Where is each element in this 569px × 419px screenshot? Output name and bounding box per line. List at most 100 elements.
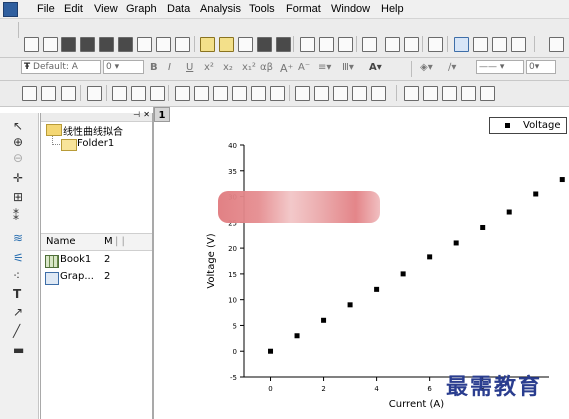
shrink-font-button[interactable]: A⁻ — [298, 62, 310, 73]
add-app-icon[interactable] — [511, 37, 526, 52]
add-scale-icon[interactable] — [333, 86, 348, 101]
menu-analysis[interactable]: Analysis — [200, 3, 241, 15]
underline-button[interactable]: U — [186, 62, 193, 73]
print-icon[interactable] — [362, 37, 377, 52]
menu-window[interactable]: Window — [331, 3, 370, 15]
line-tool-icon[interactable]: ╱ — [13, 324, 20, 338]
axis-all-icon[interactable] — [270, 86, 285, 101]
zoom-out-icon[interactable]: ⊖ — [13, 151, 23, 165]
font-size-dropdown[interactable]: 0 ▾ — [103, 60, 144, 74]
menu-edit[interactable]: Edit — [64, 3, 83, 15]
sub-superscript-button[interactable]: x₁² — [242, 62, 256, 73]
menu-tools[interactable]: Tools — [249, 3, 275, 15]
col-extra[interactable]: M — [104, 236, 113, 247]
item-graph[interactable]: Grap... — [60, 271, 94, 282]
import-multiple-icon[interactable] — [319, 37, 334, 52]
open-template-icon[interactable] — [219, 37, 234, 52]
app-icon[interactable] — [3, 2, 18, 17]
data-selector-icon[interactable]: ⊞ — [13, 190, 23, 204]
open-excel-icon[interactable] — [238, 37, 253, 52]
new-matrix-icon[interactable] — [118, 37, 133, 52]
brush-icon[interactable] — [404, 86, 419, 101]
pattern-icon[interactable] — [442, 86, 457, 101]
folder1-label[interactable]: Folder1 — [77, 138, 114, 149]
axis-top-left-icon[interactable] — [213, 86, 228, 101]
add-table-icon[interactable] — [314, 86, 329, 101]
new-layer-1-icon[interactable] — [112, 86, 127, 101]
grow-font-button[interactable]: A⁺ — [280, 62, 293, 75]
font-dropdown[interactable]: Ŧ Default: A — [21, 60, 101, 74]
menu-data[interactable]: Data — [167, 3, 190, 15]
new-layer-2-icon[interactable] — [131, 86, 146, 101]
line-style-dropdown[interactable]: —— ▾ — [476, 60, 524, 74]
col-name[interactable]: Name — [46, 236, 76, 247]
text-tool-icon[interactable]: T — [13, 287, 21, 301]
menu-graph[interactable]: Graph — [126, 3, 157, 15]
mask-icon[interactable] — [480, 86, 495, 101]
save-template-icon[interactable] — [276, 37, 291, 52]
subscript-button[interactable]: x₂ — [223, 62, 233, 73]
new-notes-icon[interactable] — [175, 37, 190, 52]
new-layout-icon[interactable] — [156, 37, 171, 52]
rectangle-tool-icon[interactable]: ▬ — [13, 343, 24, 357]
import-wizard-icon[interactable] — [338, 37, 353, 52]
axis-right-icon[interactable] — [251, 86, 266, 101]
results-log-icon[interactable] — [454, 37, 469, 52]
axis-bottom-right-icon[interactable] — [194, 86, 209, 101]
more-tools-icon[interactable] — [549, 37, 564, 52]
project-root[interactable]: 线性曲线拟合 — [63, 123, 123, 138]
menu-file[interactable]: File — [37, 3, 55, 15]
command-window-icon[interactable] — [473, 37, 488, 52]
pointer-icon[interactable]: ↖ — [13, 119, 23, 133]
code-builder-icon[interactable] — [492, 37, 507, 52]
symbol-icon[interactable] — [461, 86, 476, 101]
font-color-icon[interactable]: A▾ — [369, 62, 382, 73]
rescale-icon[interactable] — [41, 86, 56, 101]
layer-icon[interactable] — [61, 86, 76, 101]
zoom-in-icon[interactable]: ⊕ — [13, 135, 23, 149]
new-graph-icon[interactable] — [99, 37, 114, 52]
greek-button[interactable]: αβ — [260, 62, 273, 73]
axis-box-icon[interactable] — [232, 86, 247, 101]
col-divider[interactable]: | | — [115, 236, 125, 247]
arrange-layers-icon[interactable] — [295, 86, 310, 101]
italic-button[interactable]: I — [168, 62, 171, 73]
close-icon[interactable]: ✕ — [143, 110, 150, 119]
item-book1[interactable]: Book1 — [60, 254, 91, 265]
add-timer-icon[interactable] — [352, 86, 367, 101]
new-excel-icon[interactable] — [80, 37, 95, 52]
scatter-tool-icon[interactable]: ⁖ — [13, 269, 20, 283]
save-icon[interactable] — [257, 37, 272, 52]
axis-bottom-left-icon[interactable] — [175, 86, 190, 101]
open-icon[interactable] — [200, 37, 215, 52]
align-icon[interactable]: ≡▾ — [318, 62, 331, 73]
draw-data-icon[interactable]: ⚟ — [13, 251, 24, 265]
new-layer-3-icon[interactable] — [150, 86, 165, 101]
refresh-icon[interactable] — [385, 37, 400, 52]
new-folder-icon[interactable] — [43, 37, 58, 52]
duplicate-icon[interactable] — [404, 37, 419, 52]
line-width-dropdown[interactable]: 0▾ — [526, 60, 556, 74]
menu-view[interactable]: View — [94, 3, 118, 15]
pin-icon[interactable]: ⊣ — [133, 110, 140, 119]
import-ascii-icon[interactable] — [300, 37, 315, 52]
graph-window[interactable]: 1 Voltage -5051015202530354002468Voltage… — [153, 107, 569, 419]
new-workbook-icon[interactable] — [61, 37, 76, 52]
menu-format[interactable]: Format — [286, 3, 321, 15]
zoom-tool-icon[interactable] — [22, 86, 37, 101]
fill-color-icon[interactable]: ◈▾ — [420, 62, 433, 73]
mask-tool-icon[interactable]: ≋ — [13, 231, 23, 245]
superscript-button[interactable]: x² — [204, 62, 214, 73]
line-color-icon[interactable]: ∕▾ — [448, 62, 456, 73]
column-icon[interactable]: Ⅲ▾ — [342, 62, 354, 73]
new-project-icon[interactable] — [24, 37, 39, 52]
project-explorer-icon[interactable] — [428, 37, 443, 52]
data-reader-icon[interactable]: ⁑ — [13, 209, 19, 223]
new-function-icon[interactable] — [137, 37, 152, 52]
merge-icon[interactable] — [87, 86, 102, 101]
screen-reader-icon[interactable]: ✛ — [13, 171, 23, 185]
fill-icon[interactable] — [423, 86, 438, 101]
add-grid-icon[interactable] — [371, 86, 386, 101]
arrow-tool-icon[interactable]: ↗ — [13, 305, 23, 319]
menu-help[interactable]: Help — [381, 3, 404, 15]
